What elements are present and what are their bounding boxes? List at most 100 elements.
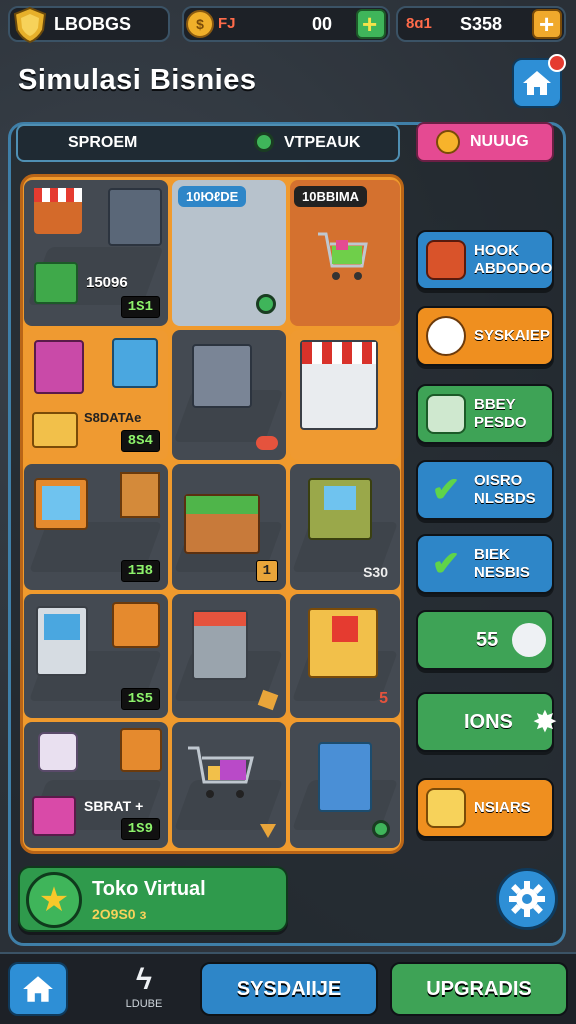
cell-badge: 1S5 bbox=[120, 688, 160, 710]
side-button-4[interactable]: ✔ OISRO NLSBDS bbox=[416, 460, 554, 520]
crate-icon bbox=[426, 788, 466, 828]
shop-card[interactable]: ★ Toko Virtual 2O9S0 ɜ bbox=[18, 866, 288, 932]
primary-action-label: SYSDAIIJE bbox=[236, 977, 342, 1000]
check-icon: ✔ bbox=[431, 471, 461, 509]
side-button-label: IONS bbox=[464, 711, 513, 733]
grid-cell-9[interactable]: S30 bbox=[290, 464, 400, 590]
upgrade-label: UPGRADIS bbox=[426, 977, 532, 1000]
grid-cell-13[interactable]: SBRAT + 1S9 bbox=[24, 722, 168, 848]
speech-bubble-icon bbox=[426, 316, 466, 356]
grid-cell-2[interactable]: 10ЮℓDE bbox=[172, 180, 286, 326]
tag-icon bbox=[257, 689, 279, 711]
lightning-icon: ϟ bbox=[136, 963, 152, 996]
shelf-icon bbox=[108, 188, 162, 246]
shopping-cart-icon bbox=[316, 230, 370, 286]
webcam-icon bbox=[372, 820, 390, 838]
coins-bar: $ FJ 00 + bbox=[182, 6, 390, 42]
cash-stack-icon bbox=[426, 394, 466, 434]
cash-label: 8ɑ1 bbox=[406, 15, 432, 32]
side-button-5[interactable]: ✔ BIEK NESBIS bbox=[416, 534, 554, 594]
cash-register-icon bbox=[32, 412, 78, 448]
trophy-nav-button[interactable]: ϟ LDUBE bbox=[104, 962, 184, 1020]
settings-button[interactable] bbox=[496, 868, 558, 930]
add-coins-button[interactable]: + bbox=[356, 9, 386, 39]
grid-cell-4[interactable]: S8DATAe 8S4 bbox=[24, 330, 168, 460]
atm-icon bbox=[36, 606, 88, 676]
grid-cell-15[interactable] bbox=[290, 722, 400, 848]
cell-label: 15096 bbox=[86, 274, 128, 291]
display-board-icon bbox=[34, 478, 88, 530]
gift-stand-icon bbox=[308, 608, 378, 678]
grid-cell-8[interactable]: 1 bbox=[172, 464, 286, 590]
cell-badge: S30 bbox=[363, 564, 388, 580]
stall-icon bbox=[120, 728, 162, 772]
home-icon bbox=[23, 976, 53, 1002]
side-button-7[interactable]: IONS ✸ bbox=[416, 692, 557, 752]
market-stall-icon bbox=[34, 188, 82, 234]
grid-cell-11[interactable] bbox=[172, 594, 286, 718]
cash-value: S358 bbox=[460, 14, 503, 34]
plus-icon: + bbox=[362, 9, 378, 39]
side-button-1[interactable]: HOOK ABDODOO bbox=[416, 230, 554, 290]
coins-label: FJ bbox=[218, 15, 236, 32]
grid-cell-1[interactable]: 15096 1S1 bbox=[24, 180, 168, 326]
tab-left[interactable]: SPROEM bbox=[68, 134, 137, 152]
home-button-top[interactable] bbox=[512, 54, 566, 108]
grid-cell-7[interactable]: 1Ǝ8 bbox=[24, 464, 168, 590]
cell-badge: 5 bbox=[379, 690, 388, 707]
pink-button-label: NUUUG bbox=[470, 133, 529, 150]
cell-badge: 1Ǝ8 bbox=[120, 560, 160, 582]
tab-right[interactable]: VTPEAUK bbox=[284, 134, 360, 152]
upgrade-button[interactable]: UPGRADIS bbox=[390, 962, 568, 1016]
bag-icon bbox=[38, 732, 78, 772]
side-button-8[interactable]: NSIARS bbox=[416, 778, 554, 838]
player-badge-label: LBOBGS bbox=[54, 14, 132, 34]
add-cash-button[interactable]: + bbox=[532, 9, 562, 39]
shopping-carts-icon bbox=[186, 742, 270, 812]
grid-cell-10[interactable]: 1S5 bbox=[24, 594, 168, 718]
shop-kiosk-icon bbox=[34, 340, 84, 394]
grid-cell-3[interactable]: 10BBIMA bbox=[290, 180, 400, 326]
computer-kiosk-icon bbox=[308, 478, 372, 540]
shop-name: Toko Virtual bbox=[92, 878, 206, 900]
star-burst-icon: ✸ bbox=[532, 705, 558, 739]
side-button-sublabel: NESBIS bbox=[474, 564, 530, 581]
side-button-sublabel: PESDO bbox=[474, 414, 527, 431]
trolley-icon bbox=[192, 610, 248, 680]
grid-cell-6[interactable] bbox=[290, 330, 400, 460]
computer-desk-icon bbox=[112, 338, 158, 388]
webcam-icon bbox=[256, 294, 276, 314]
coins-value: 00 bbox=[312, 14, 333, 34]
cell-badge: 1S1 bbox=[120, 296, 160, 318]
coin-icon: $ bbox=[186, 10, 214, 38]
side-button-label: SYSKAIEP bbox=[474, 327, 550, 344]
cell-tag: 10ЮℓDE bbox=[178, 186, 247, 207]
player-badge-bar[interactable]: LBOBGS bbox=[8, 6, 170, 44]
side-button-label: BBEY bbox=[474, 396, 516, 413]
vending-machine-icon bbox=[192, 344, 252, 408]
home-icon bbox=[523, 71, 551, 95]
grid-cell-14[interactable] bbox=[172, 722, 286, 848]
check-icon: ✔ bbox=[431, 545, 461, 583]
primary-action-button[interactable]: SYSDAIIJE bbox=[200, 962, 378, 1016]
cell-badge: 1 bbox=[255, 560, 278, 582]
side-button-label: HOOK bbox=[474, 242, 519, 259]
cell-tag: 10BBIMA bbox=[294, 186, 368, 207]
shop-value: 2O9S0 ɜ bbox=[92, 906, 147, 922]
side-button-2[interactable]: SYSKAIEP bbox=[416, 306, 554, 366]
page-title: Simulasi Bisnies bbox=[18, 64, 257, 96]
produce-stand-icon bbox=[184, 494, 260, 554]
home-nav-button[interactable] bbox=[8, 962, 68, 1016]
grid-cell-5[interactable] bbox=[172, 330, 286, 460]
side-button-6[interactable]: 55 bbox=[416, 610, 554, 670]
pink-button[interactable]: NUUUG bbox=[416, 122, 554, 162]
grid-cell-12[interactable]: 5 bbox=[290, 594, 400, 718]
side-button-label: BIEK bbox=[474, 546, 510, 563]
side-button-label: 55 bbox=[476, 629, 499, 651]
cell-badge: 8S4 bbox=[120, 430, 160, 452]
side-button-sublabel: NLSBDS bbox=[474, 490, 536, 507]
gift-box-icon bbox=[32, 796, 76, 836]
handshake-icon bbox=[512, 623, 547, 657]
side-button-3[interactable]: BBEY PESDO bbox=[416, 384, 554, 444]
side-button-label: NSIARS bbox=[474, 799, 531, 816]
